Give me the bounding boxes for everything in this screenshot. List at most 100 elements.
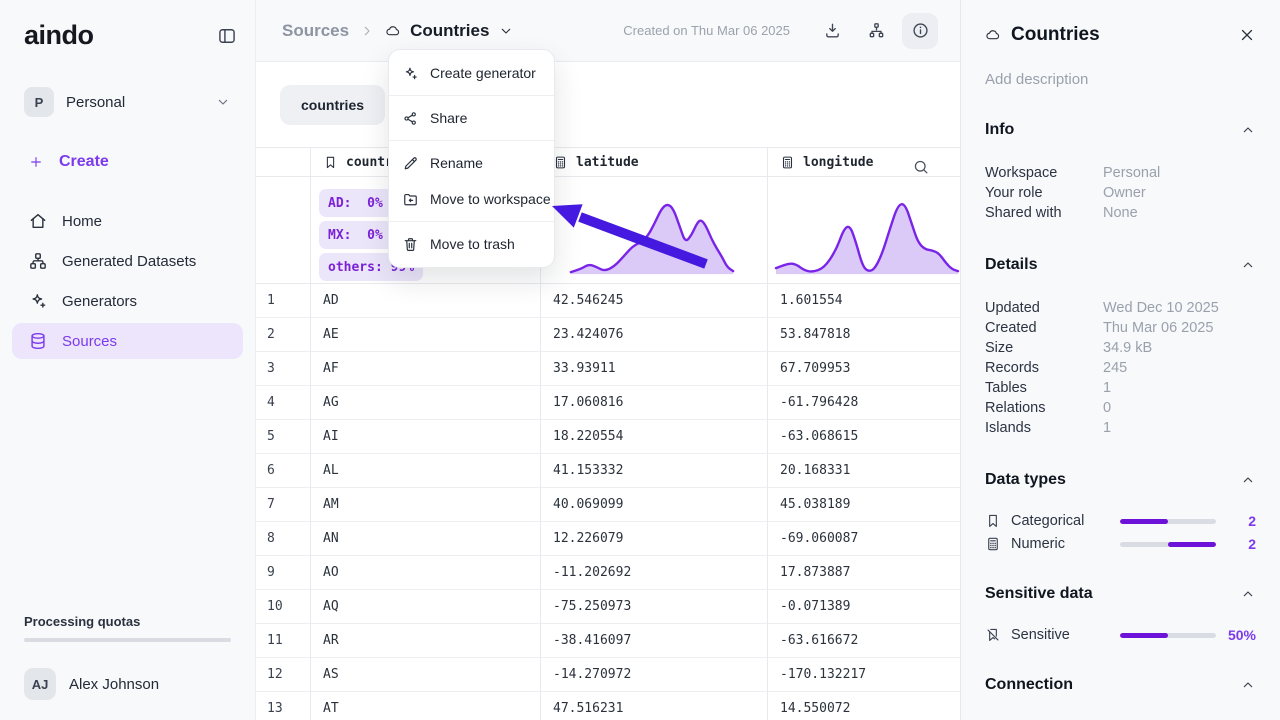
generators-icon xyxy=(28,291,48,311)
datasets-icon xyxy=(28,251,48,271)
lineage-button[interactable] xyxy=(858,13,894,49)
breadcrumb-sources[interactable]: Sources xyxy=(282,21,349,41)
menu-item-label: Move to workspace xyxy=(430,191,551,207)
stat-bar xyxy=(1120,519,1216,524)
latitude-distribution-chart xyxy=(541,177,767,283)
cell-longitude: 14.550072 xyxy=(768,692,960,720)
menu-divider xyxy=(389,95,554,96)
row-number: 2 xyxy=(256,318,311,352)
detail-value: Personal xyxy=(1103,163,1160,183)
tab-countries[interactable]: countries xyxy=(280,85,385,125)
chevron-up-icon xyxy=(1240,472,1256,488)
chevron-down-icon xyxy=(498,23,514,39)
cloud-icon xyxy=(985,27,1001,43)
panel-icon xyxy=(217,26,237,46)
detail-value: 34.9 kB xyxy=(1103,338,1152,358)
cell-latitude: 33.93911 xyxy=(541,352,768,386)
data-table: countrylatitudelongitudeAD: 0%MX: 0%othe… xyxy=(256,147,960,720)
menu-item-label: Create generator xyxy=(430,65,536,81)
add-description-field[interactable]: Add description xyxy=(985,71,1256,88)
section-title: Details xyxy=(985,256,1240,274)
workspace-selector[interactable]: P Personal xyxy=(12,79,243,125)
section-header-data-types[interactable]: Data types xyxy=(985,471,1256,489)
row-number: 12 xyxy=(256,658,311,692)
stat-value: 2 xyxy=(1216,513,1256,529)
sidebar-collapse-icon[interactable] xyxy=(217,26,237,46)
numeric-icon xyxy=(553,155,568,170)
cell-latitude: -75.250973 xyxy=(541,590,768,624)
stats-latitude xyxy=(541,177,768,284)
stat-value: 50% xyxy=(1216,627,1256,643)
dataset-context-menu: Create generator Share Rename Move to works… xyxy=(388,49,555,268)
stat-bar-row-categorical: Categorical2 xyxy=(985,513,1256,529)
bookmark-icon xyxy=(985,513,1001,529)
create-button[interactable]: Create xyxy=(12,143,243,181)
detail-label: Workspace xyxy=(985,163,1103,183)
menu-item-move-to-trash[interactable]: Move to trash xyxy=(389,226,554,262)
cell-country: AO xyxy=(311,556,541,590)
detail-row: Records245 xyxy=(985,358,1256,378)
detail-value: Wed Dec 10 2025 xyxy=(1103,298,1219,318)
cell-longitude: -63.616672 xyxy=(768,624,960,658)
cell-country: AT xyxy=(311,692,541,720)
section-header-details[interactable]: Details xyxy=(985,256,1256,274)
info-button[interactable] xyxy=(902,13,938,49)
sidebar-item-label: Home xyxy=(62,213,102,230)
user-menu[interactable]: AJ Alex Johnson xyxy=(0,656,255,720)
plus-icon xyxy=(28,154,44,170)
cell-country: AE xyxy=(311,318,541,352)
menu-item-rename[interactable]: Rename xyxy=(389,145,554,181)
chevron-up-icon xyxy=(1240,472,1256,488)
cell-longitude: 20.168331 xyxy=(768,454,960,488)
cell-longitude: 1.601554 xyxy=(768,284,960,318)
cell-country: AF xyxy=(311,352,541,386)
detail-label: Created xyxy=(985,318,1103,338)
sidebar-item-home[interactable]: Home xyxy=(12,203,243,239)
stat-value: 2 xyxy=(1216,536,1256,552)
menu-divider xyxy=(389,140,554,141)
info-icon xyxy=(911,21,930,40)
detail-value: Thu Mar 06 2025 xyxy=(1103,318,1213,338)
menu-divider xyxy=(389,221,554,222)
sidebar-item-label: Generated Datasets xyxy=(62,253,196,270)
column-header-latitude[interactable]: latitude xyxy=(541,148,768,177)
section-header-connection[interactable]: Connection xyxy=(985,676,1256,694)
row-number: 13 xyxy=(256,692,311,720)
row-number-header xyxy=(256,148,311,177)
menu-item-share[interactable]: Share xyxy=(389,100,554,136)
detail-row: Your roleOwner xyxy=(985,183,1256,203)
menu-item-move-to-workspace[interactable]: Move to workspace xyxy=(389,181,554,217)
cell-latitude: 18.220554 xyxy=(541,420,768,454)
stat-label: Sensitive xyxy=(1011,627,1120,643)
create-label: Create xyxy=(59,153,109,171)
cell-country: AD xyxy=(311,284,541,318)
stats-row-number xyxy=(256,177,311,284)
cell-country: AL xyxy=(311,454,541,488)
download-button[interactable] xyxy=(814,13,850,49)
detail-label: Islands xyxy=(985,418,1103,438)
section-header-info[interactable]: Info xyxy=(985,121,1256,139)
menu-item-create-generator[interactable]: Create generator xyxy=(389,55,554,91)
chevron-up-icon xyxy=(1240,677,1256,693)
chevron-right-icon xyxy=(359,23,375,39)
cell-longitude: -0.071389 xyxy=(768,590,960,624)
sidebar-item-generators[interactable]: Generators xyxy=(12,283,243,319)
sidebar-item-sources[interactable]: Sources xyxy=(12,323,243,359)
cloud-icon xyxy=(985,27,1001,43)
row-number: 9 xyxy=(256,556,311,590)
stat-bar-row-sensitive: Sensitive 50% xyxy=(985,627,1256,643)
row-number: 8 xyxy=(256,522,311,556)
cell-longitude: -61.796428 xyxy=(768,386,960,420)
pencil-icon xyxy=(402,155,419,172)
dataset-title-dropdown[interactable]: Countries xyxy=(385,21,514,41)
chevron-down-icon xyxy=(215,94,231,110)
section-header-sensitive-data[interactable]: Sensitive data xyxy=(985,585,1256,603)
detail-label: Your role xyxy=(985,183,1103,203)
sidebar-item-generated-datasets[interactable]: Generated Datasets xyxy=(12,243,243,279)
main-header: Sources Countries Created on Thu Mar 06 … xyxy=(256,0,960,62)
close-icon[interactable] xyxy=(1238,26,1256,44)
chevron-down-icon xyxy=(215,94,231,110)
chevron-up-icon xyxy=(1240,257,1256,273)
close-icon xyxy=(1238,26,1256,44)
column-header-longitude[interactable]: longitude xyxy=(768,148,960,177)
